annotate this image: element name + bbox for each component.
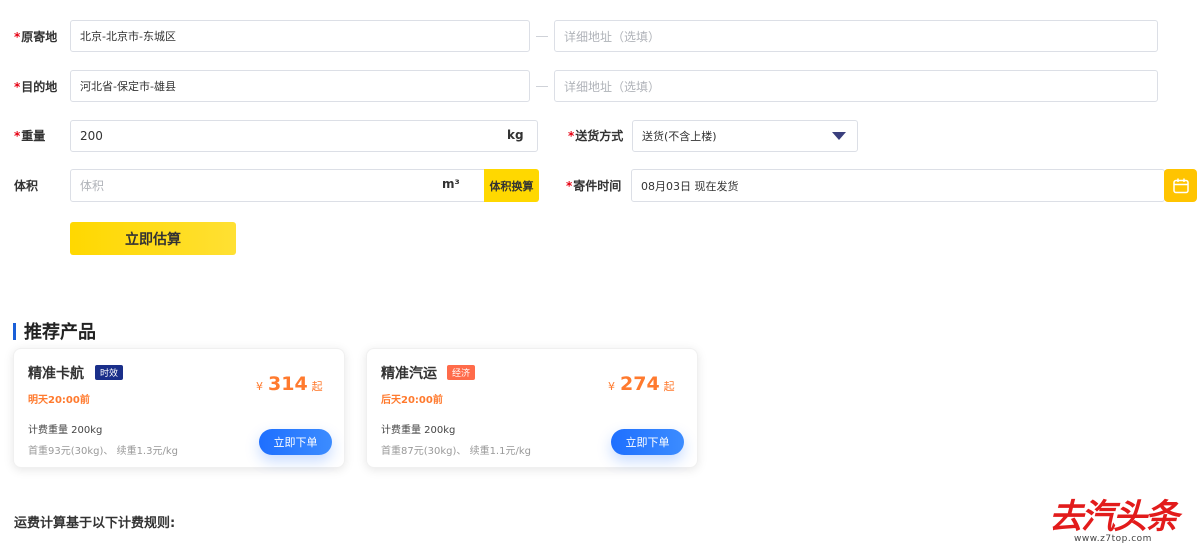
destination-detail-placeholder: 详细地址（选填） bbox=[564, 79, 661, 94]
product-card-2: 精准汽运 经济 后天20:00前 ¥ 274 起 计费重量 200kg 首重87… bbox=[366, 348, 698, 468]
volume-input[interactable]: 体积 bbox=[70, 169, 485, 202]
send-time-value: 08月03日 现在发货 bbox=[641, 179, 739, 193]
destination-separator bbox=[536, 86, 548, 87]
product-eta: 明天20:00前 bbox=[28, 395, 90, 406]
weight-value: 200 bbox=[80, 129, 103, 143]
product-price: ¥ 314 起 bbox=[256, 373, 323, 395]
destination-region-value: 河北省-保定市-雄县 bbox=[80, 80, 176, 93]
volume-convert-button[interactable]: 体积换算 bbox=[484, 169, 539, 202]
product-billing-weight: 计费重量 200kg bbox=[28, 425, 103, 436]
section-title-text: 推荐产品 bbox=[24, 322, 96, 343]
origin-detail-placeholder: 详细地址（选填） bbox=[564, 29, 661, 44]
origin-detail-input[interactable]: 详细地址（选填） bbox=[554, 20, 1158, 52]
section-title-recommend: 推荐产品 bbox=[13, 318, 96, 344]
weight-unit: kg bbox=[507, 128, 524, 142]
product-price-rule: 首重93元(30kg)、 续重1.3元/kg bbox=[28, 446, 178, 457]
origin-separator bbox=[536, 36, 548, 37]
delivery-value: 送货(不含上楼) bbox=[642, 130, 717, 143]
product-price-rule: 首重87元(30kg)、 续重1.1元/kg bbox=[381, 446, 531, 457]
chevron-down-icon[interactable] bbox=[832, 132, 846, 140]
watermark-logo: 去汽头条 www.z7top.com bbox=[1038, 498, 1188, 548]
product-badge: 经济 bbox=[447, 365, 476, 380]
product-badge: 时效 bbox=[95, 365, 124, 380]
product-card-1: 精准卡航 时效 明天20:00前 ¥ 314 起 计费重量 200kg 首重93… bbox=[13, 348, 345, 468]
product-billing-weight: 计费重量 200kg bbox=[381, 425, 456, 436]
product-name: 精准汽运 bbox=[381, 366, 437, 382]
product-name: 精准卡航 bbox=[28, 366, 84, 382]
send-time-label: *寄件时间 bbox=[566, 179, 622, 193]
volume-placeholder: 体积 bbox=[80, 179, 105, 193]
origin-label: *原寄地 bbox=[14, 30, 58, 44]
section-accent-bar bbox=[13, 322, 16, 340]
product-eta: 后天20:00前 bbox=[381, 395, 443, 406]
estimate-button[interactable]: 立即估算 bbox=[70, 222, 236, 255]
watermark-text: 去汽头条 bbox=[1049, 497, 1179, 537]
destination-label: *目的地 bbox=[14, 80, 58, 94]
calendar-button[interactable] bbox=[1164, 169, 1197, 202]
product-price: ¥ 274 起 bbox=[608, 373, 675, 395]
destination-detail-input[interactable]: 详细地址（选填） bbox=[554, 70, 1158, 102]
order-button[interactable]: 立即下单 bbox=[259, 429, 332, 455]
delivery-label: *送货方式 bbox=[568, 129, 624, 143]
destination-region-select[interactable]: 河北省-保定市-雄县 bbox=[70, 70, 530, 102]
weight-input[interactable]: 200 bbox=[70, 120, 538, 152]
origin-region-select[interactable]: 北京-北京市-东城区 bbox=[70, 20, 530, 52]
send-time-input[interactable]: 08月03日 现在发货 bbox=[631, 169, 1165, 202]
billing-rules-title: 运费计算基于以下计费规则: bbox=[14, 516, 176, 531]
delivery-select[interactable]: 送货(不含上楼) bbox=[632, 120, 858, 152]
volume-label: 体积 bbox=[14, 179, 39, 193]
calendar-icon bbox=[1172, 178, 1189, 193]
weight-label: *重量 bbox=[14, 129, 46, 143]
order-button[interactable]: 立即下单 bbox=[611, 429, 684, 455]
origin-region-value: 北京-北京市-东城区 bbox=[80, 30, 176, 43]
volume-unit: m³ bbox=[442, 177, 460, 191]
